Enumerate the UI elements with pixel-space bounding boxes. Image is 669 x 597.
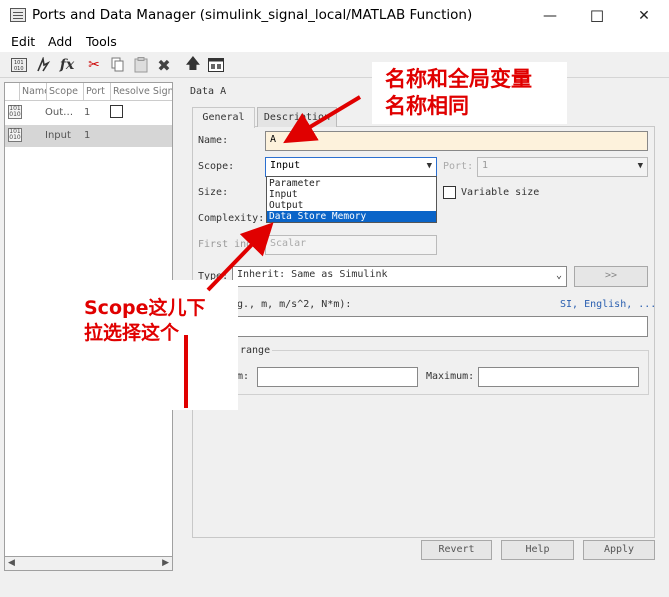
tab-general[interactable]: General: [192, 107, 255, 128]
annotation-bottom-text: Scope这儿下 拉选择这个: [84, 297, 206, 344]
annotation-arrow-name: [283, 95, 362, 144]
annotation-top-text: 名称和全局变量 名称相同: [385, 67, 532, 118]
annotation-arrow-scope: [206, 222, 274, 292]
